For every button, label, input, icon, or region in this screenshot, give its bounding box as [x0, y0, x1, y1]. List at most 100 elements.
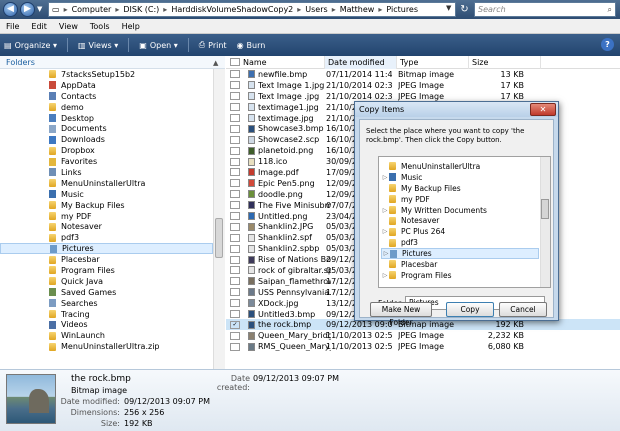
breadcrumb-separator-icon[interactable]: ▸	[115, 5, 119, 14]
destination-item-6[interactable]: ▷ PC Plus 264	[381, 226, 539, 237]
folder-item-7[interactable]: Dropbox	[0, 145, 213, 156]
folder-item-23[interactable]: Videos	[0, 319, 213, 330]
table-row[interactable]: Queen_Mary_bridg...11/10/2013 02:54 ... J…	[226, 330, 620, 341]
row-checkbox[interactable]	[230, 103, 240, 112]
open-button[interactable]: ▣ Open ▾	[139, 41, 178, 50]
folder-item-2[interactable]: Contacts	[0, 91, 213, 102]
column-type[interactable]: Type	[397, 56, 469, 69]
row-checkbox[interactable]	[230, 157, 240, 166]
folder-item-16[interactable]: Pictures	[0, 243, 213, 255]
row-checkbox[interactable]	[230, 310, 240, 319]
destination-scrollbar-thumb[interactable]	[541, 199, 549, 219]
row-checkbox[interactable]	[230, 92, 240, 101]
cancel-button[interactable]: Cancel	[499, 302, 547, 317]
folder-item-22[interactable]: Tracing	[0, 309, 213, 320]
search-input[interactable]: Search ⌕	[474, 2, 616, 17]
folder-item-13[interactable]: my PDF	[0, 211, 213, 222]
row-checkbox[interactable]	[230, 135, 240, 144]
folder-item-20[interactable]: Saved Games	[0, 287, 213, 298]
table-row[interactable]: newfile.bmp 07/11/2014 11:42 ... Bitmap im…	[226, 69, 620, 80]
breadcrumb-2[interactable]: HarddiskVolumeShadowCopy2	[171, 5, 293, 14]
organize-button[interactable]: ▤ Organize ▾	[4, 41, 57, 50]
row-checkbox[interactable]	[230, 233, 240, 242]
folder-item-9[interactable]: Links	[0, 167, 213, 178]
row-checkbox[interactable]	[230, 114, 240, 122]
column-name[interactable]: Name	[240, 56, 325, 69]
row-checkbox[interactable]	[230, 179, 240, 188]
row-checkbox[interactable]	[230, 146, 240, 155]
folder-item-15[interactable]: pdf3	[0, 232, 213, 243]
row-checkbox[interactable]	[230, 266, 240, 275]
print-button[interactable]: ⎙ Print	[199, 40, 227, 50]
row-checkbox[interactable]: ✓	[230, 320, 240, 329]
breadcrumb-separator-icon[interactable]: ▸	[163, 5, 167, 14]
help-icon[interactable]: ?	[601, 38, 614, 51]
breadcrumb-0[interactable]: Computer	[72, 5, 112, 14]
folder-item-21[interactable]: Searches	[0, 298, 213, 309]
row-checkbox[interactable]	[230, 124, 240, 133]
menu-tools[interactable]: Tools	[90, 22, 110, 31]
row-checkbox[interactable]	[230, 212, 240, 221]
folder-item-11[interactable]: Music	[0, 189, 213, 200]
row-checkbox[interactable]	[230, 244, 240, 253]
destination-item-0[interactable]: MenuUninstallerUltra	[381, 161, 539, 172]
destination-item-7[interactable]: pdf3	[381, 237, 539, 248]
breadcrumb-5[interactable]: Pictures	[386, 5, 418, 14]
menu-view[interactable]: View	[59, 22, 78, 31]
menu-file[interactable]: File	[6, 22, 19, 31]
row-checkbox[interactable]	[230, 168, 240, 177]
menu-help[interactable]: Help	[122, 22, 140, 31]
back-button[interactable]: ◀	[3, 2, 18, 17]
row-checkbox[interactable]	[230, 255, 240, 264]
row-checkbox[interactable]	[230, 201, 240, 210]
breadcrumb-separator-icon[interactable]: ▸	[297, 5, 301, 14]
row-checkbox[interactable]	[230, 331, 240, 340]
column-date-modified[interactable]: Date modified	[325, 56, 397, 69]
folder-item-5[interactable]: Documents	[0, 123, 213, 134]
table-row[interactable]: Text Image 1.jpg21/10/2014 02:36 ... JPEG…	[226, 80, 620, 91]
copy-button[interactable]: Copy	[446, 302, 494, 317]
address-input[interactable]: ▭ ▸ Computer ▸ DISK (C:) ▸ HarddiskVolumeShado…	[48, 2, 456, 17]
folders-header[interactable]: Folders	[0, 56, 225, 69]
folder-item-12[interactable]: My Backup Files	[0, 200, 213, 211]
folders-collapse-icon[interactable]: ▲	[213, 59, 218, 67]
expand-icon[interactable]: ▷	[381, 272, 389, 279]
table-row[interactable]: ✓the rock.bmp09/12/2013 09:07 ...Bitmap …	[226, 319, 620, 331]
search-icon[interactable]: ⌕	[608, 3, 612, 16]
destination-scrollbar[interactable]	[540, 157, 550, 287]
folder-item-10[interactable]: MenuUninstallerUltra	[0, 178, 213, 189]
menu-edit[interactable]: Edit	[31, 22, 47, 31]
destination-item-1[interactable]: ▷ Music	[381, 172, 539, 183]
folder-item-19[interactable]: Quick Java	[0, 276, 213, 287]
address-dropdown-icon[interactable]: ▼	[446, 4, 451, 12]
expand-icon[interactable]: ▷	[382, 250, 390, 257]
breadcrumb-separator-icon[interactable]: ▸	[378, 5, 382, 14]
breadcrumb-4[interactable]: Matthew	[340, 5, 375, 14]
column-size[interactable]: Size	[469, 56, 541, 69]
folder-item-24[interactable]: WinLaunch	[0, 330, 213, 341]
folder-item-17[interactable]: Placesbar	[0, 254, 213, 265]
row-checkbox[interactable]	[230, 190, 240, 199]
folder-item-6[interactable]: Downloads	[0, 134, 213, 145]
destination-item-4[interactable]: ▷ My Written Documents	[381, 205, 539, 216]
make-new-folder-button[interactable]: Make New Folder	[370, 302, 432, 327]
folder-item-3[interactable]: demo	[0, 102, 213, 113]
destination-item-2[interactable]: My Backup Files	[381, 183, 539, 194]
expand-icon[interactable]: ▷	[381, 228, 389, 235]
row-checkbox[interactable]	[230, 81, 240, 90]
destination-item-10[interactable]: ▷ Program Files	[381, 270, 539, 281]
destination-item-3[interactable]: my PDF	[381, 194, 539, 205]
breadcrumb-separator-icon[interactable]: ▸	[332, 5, 336, 14]
row-checkbox[interactable]	[230, 277, 240, 286]
row-checkbox[interactable]	[230, 288, 240, 297]
refresh-icon[interactable]: ↻	[458, 3, 471, 16]
expand-icon[interactable]: ▷	[381, 207, 389, 214]
row-checkbox[interactable]	[230, 70, 240, 79]
row-checkbox[interactable]	[230, 299, 240, 308]
row-checkbox[interactable]	[230, 342, 240, 351]
destination-item-5[interactable]: Notesaver	[381, 215, 539, 226]
history-dropdown-icon[interactable]: ▼	[37, 5, 42, 13]
select-all-checkbox[interactable]	[230, 58, 240, 66]
breadcrumb-3[interactable]: Users	[305, 5, 327, 14]
table-row[interactable]: RMS_Queen_Mary_...11/10/2013 02:54 ... JP…	[226, 341, 620, 352]
